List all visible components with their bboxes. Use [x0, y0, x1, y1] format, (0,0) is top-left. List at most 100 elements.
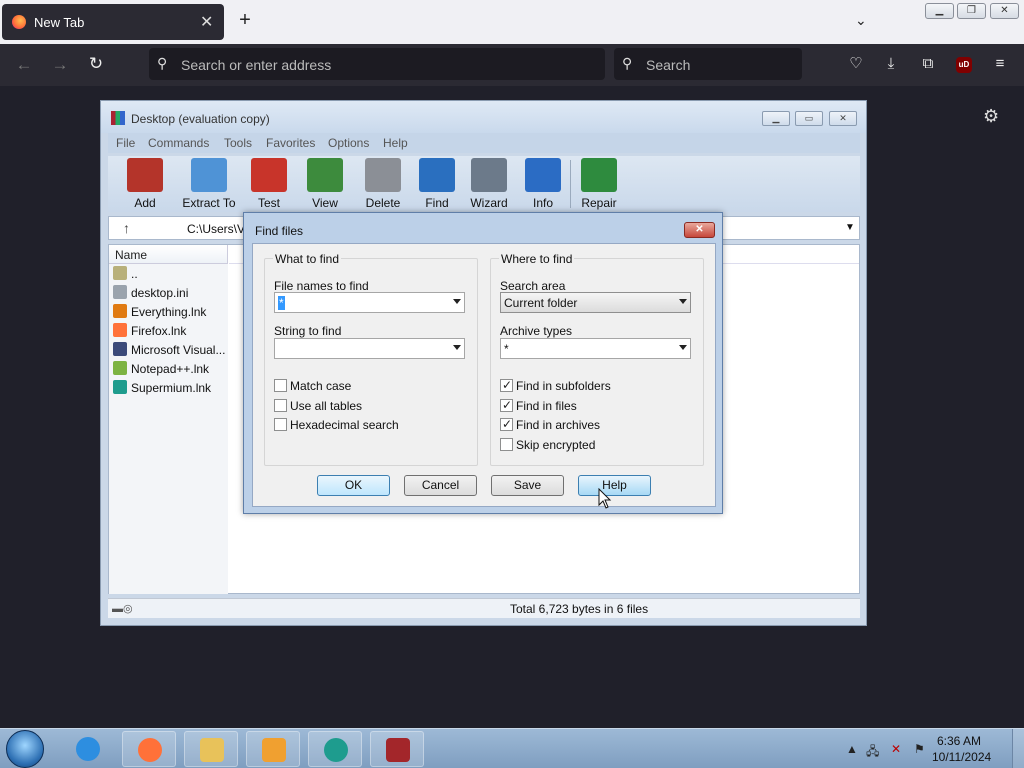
file-list-item[interactable]: Everything.lnk [113, 304, 229, 323]
clock-date: 10/11/2024 [932, 750, 992, 764]
menu-icon[interactable]: ≡ [989, 53, 1011, 75]
close-tab-icon[interactable]: ✕ [200, 12, 213, 32]
repair-kit-icon [581, 158, 617, 192]
start-button[interactable] [6, 730, 44, 768]
dialog-titlebar[interactable]: Find files ✕ [244, 213, 722, 243]
toolbar-button-view[interactable]: View [294, 158, 356, 210]
magnifier-icon [113, 304, 127, 318]
checkbox-skip-encrypted[interactable]: Skip encrypted [500, 437, 690, 452]
downloads-icon[interactable]: ⤓ [880, 53, 902, 75]
ok-button[interactable]: OK [317, 475, 390, 496]
minimize-button[interactable]: ▁ [925, 3, 954, 19]
taskbar-app-button[interactable] [61, 731, 115, 767]
up-arrow-icon[interactable]: ↑ [123, 220, 130, 236]
notepad-icon [113, 361, 127, 375]
search-area-select[interactable]: Current folder [500, 292, 691, 313]
file-name: Everything.lnk [131, 305, 207, 319]
new-tab-button[interactable]: + [234, 9, 256, 32]
restore-button[interactable]: ❐ [957, 3, 986, 19]
show-hidden-icons-icon[interactable]: ▲ [846, 742, 858, 756]
close-button[interactable]: ✕ [829, 111, 857, 126]
string-to-find-combo[interactable] [274, 338, 465, 359]
toolbar-button-extract-to[interactable]: Extract To [178, 158, 240, 210]
toolbar-button-wizard[interactable]: Wizard [458, 158, 520, 210]
browser-tab[interactable]: New Tab ✕ [2, 4, 224, 40]
file-list-item[interactable]: Microsoft Visual... [113, 342, 229, 361]
list-tabs-chevron-icon[interactable]: ⌄ [855, 12, 867, 29]
checkbox-find-in-files[interactable]: Find in files [500, 398, 690, 413]
chevron-down-icon[interactable]: ▼ [845, 222, 855, 233]
checkbox-box[interactable] [500, 417, 513, 431]
action-center-flag-icon[interactable]: ⚑ [914, 742, 925, 756]
checkbox-find-in-subfolders[interactable]: Find in subfolders [500, 378, 690, 393]
menu-file[interactable]: File [116, 136, 135, 150]
column-header-name[interactable]: Name [109, 245, 228, 264]
gear-icon[interactable]: ⚙ [983, 106, 999, 127]
where-to-find-legend: Where to find [499, 252, 575, 266]
checkbox-match-case[interactable]: Match case [274, 379, 464, 393]
search-icon: ⚲ [622, 55, 633, 71]
file-list-item[interactable]: desktop.ini [113, 285, 229, 304]
show-desktop-button[interactable] [1012, 729, 1024, 768]
checkbox-box[interactable] [500, 398, 513, 412]
menu-options[interactable]: Options [328, 136, 369, 150]
toolbar-button-delete[interactable]: Delete [352, 158, 414, 210]
menu-tools[interactable]: Tools [224, 136, 252, 150]
close-window-button[interactable]: ✕ [990, 3, 1019, 19]
taskbar-app-button[interactable] [122, 731, 176, 767]
file-list-item[interactable]: Firefox.lnk [113, 323, 229, 342]
reload-icon[interactable]: ↻ [84, 54, 108, 74]
checkbox-box[interactable] [500, 378, 513, 392]
file-list-item[interactable]: Supermium.lnk [113, 380, 229, 399]
extensions-icon[interactable]: ⧉ [917, 53, 939, 75]
volume-muted-icon[interactable]: ✕ [891, 742, 901, 756]
clock[interactable]: 6:36 AM 10/11/2024 [932, 733, 992, 765]
save-button[interactable]: Save [491, 475, 564, 496]
menu-commands[interactable]: Commands [148, 136, 209, 150]
cancel-button[interactable]: Cancel [404, 475, 477, 496]
dialog-close-button[interactable]: ✕ [684, 222, 715, 238]
minimize-button[interactable]: ▁ [762, 111, 790, 126]
ublock-origin-icon[interactable]: uD [956, 57, 972, 73]
checkbox-box[interactable] [274, 398, 287, 412]
url-bar[interactable]: ⚲ Search or enter address [149, 48, 605, 80]
what-to-find-group: What to find File names to find * String… [264, 252, 478, 466]
taskbar-app-button[interactable] [308, 731, 362, 767]
checkbox-label: Hexadecimal search [290, 418, 399, 432]
forward-icon[interactable]: → [48, 55, 72, 75]
file-names-combo[interactable]: * [274, 292, 465, 313]
infinity-icon [113, 342, 127, 356]
search-area-label: Search area [500, 279, 566, 293]
menu-favorites[interactable]: Favorites [266, 136, 315, 150]
checkbox-box[interactable] [500, 437, 513, 451]
winrar-titlebar[interactable]: Desktop (evaluation copy) ▁ ▭ ✕ [101, 101, 866, 133]
checkbox-box[interactable] [274, 379, 287, 392]
toolbar-button-repair[interactable]: Repair [568, 158, 630, 210]
checkbox-box[interactable] [274, 418, 287, 431]
toolbar-button-label: Delete [365, 196, 401, 210]
taskbar-app-button[interactable] [184, 731, 238, 767]
checkbox-use-all-tables[interactable]: Use all tables [274, 398, 464, 413]
toolbar-button-info[interactable]: Info [512, 158, 574, 210]
archive-types-combo[interactable]: * [500, 338, 691, 359]
file-list-item[interactable]: .. [113, 266, 229, 285]
network-icon[interactable]: 🖧 [866, 742, 879, 763]
chevron-down-icon[interactable] [453, 345, 461, 350]
pocket-icon[interactable]: ♡ [845, 53, 867, 75]
chevron-down-icon[interactable] [679, 299, 687, 304]
taskbar-app-button[interactable] [370, 731, 424, 767]
chevron-down-icon[interactable] [453, 299, 461, 304]
chevron-down-icon[interactable] [679, 345, 687, 350]
toolbar-button-add[interactable]: Add [114, 158, 176, 210]
taskbar-app-button[interactable] [246, 731, 300, 767]
back-icon[interactable]: ← [12, 55, 36, 75]
checkbox-find-in-archives[interactable]: Find in archives [500, 417, 690, 432]
winrar-icon [111, 111, 125, 125]
search-bar[interactable]: ⚲ Search [614, 48, 802, 80]
help-button[interactable]: Help [578, 475, 651, 496]
checkbox-hexadecimal-search[interactable]: Hexadecimal search [274, 418, 464, 432]
file-list-item[interactable]: Notepad++.lnk [113, 361, 229, 380]
menu-help[interactable]: Help [383, 136, 408, 150]
toolbar-button-test[interactable]: Test [238, 158, 300, 210]
maximize-button[interactable]: ▭ [795, 111, 823, 126]
